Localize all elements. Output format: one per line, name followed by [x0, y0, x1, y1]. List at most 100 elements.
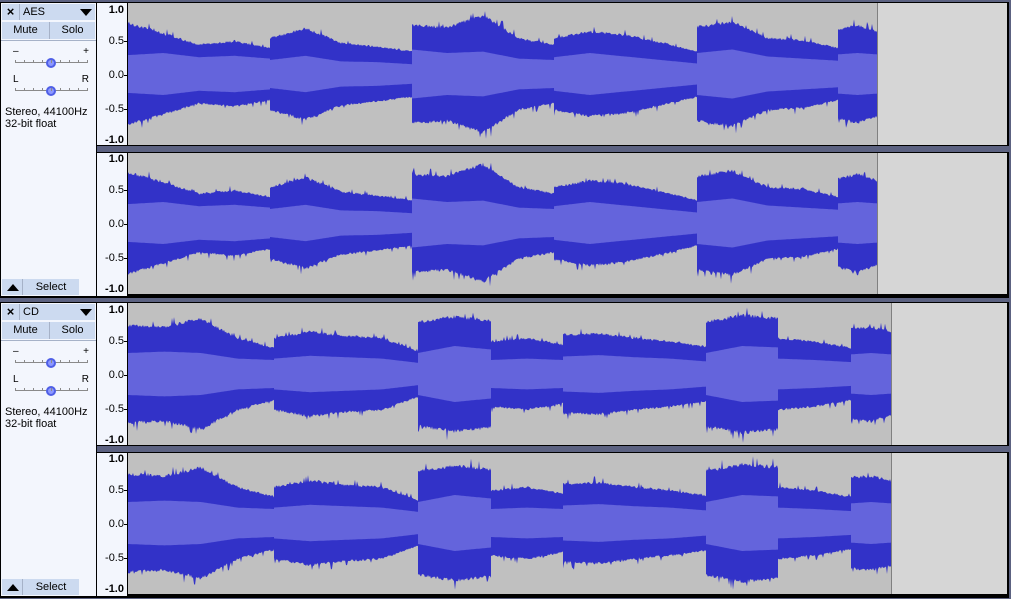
- slider-tick: [42, 60, 43, 63]
- slider-tick: [78, 388, 79, 391]
- waveform-rms-segment: [706, 495, 778, 551]
- slider-tick: [60, 360, 61, 363]
- waveform-rms-segment: [128, 202, 270, 244]
- mute-solo-row: Mute Solo: [1, 321, 96, 341]
- slider-tick: [78, 60, 79, 63]
- waveform-rms-segment: [274, 355, 418, 393]
- track-control-panel[interactable]: × AES Mute Solo – + L R Stereo, 44100Hz …: [1, 3, 96, 296]
- ruler-tick: [124, 190, 127, 191]
- mute-button[interactable]: Mute: [2, 322, 50, 339]
- channel-separator[interactable]: [97, 445, 1009, 453]
- clip-end-edge: [891, 303, 892, 445]
- ruler-tick: [124, 341, 127, 342]
- slider-tick: [78, 360, 79, 363]
- ruler-label: 1.0: [108, 304, 124, 316]
- slider-tick: [69, 388, 70, 391]
- vertical-ruler[interactable]: 1.0 0.5 0.0 -0.5 -1.0: [97, 303, 127, 447]
- vertical-ruler[interactable]: 1.0 0.5 0.0 -0.5 -1.0: [97, 452, 127, 596]
- ruler-tick: [124, 558, 127, 559]
- dropdown-arrow-icon: [80, 309, 92, 316]
- pan-right-label: R: [81, 74, 89, 85]
- collapse-track-button[interactable]: [2, 579, 23, 595]
- waveform-rms-segment: [706, 346, 778, 402]
- clip-end-edge: [877, 3, 878, 145]
- waveform-channel-left[interactable]: [128, 3, 1007, 145]
- vertical-ruler[interactable]: 1.0 0.5 0.0 -0.5 -1.0: [97, 152, 127, 296]
- ruler-label: 0.5: [108, 484, 124, 496]
- ruler-tick: [124, 75, 127, 76]
- ruler-label: -0.5: [105, 403, 124, 415]
- track-name-menu-button[interactable]: CD: [20, 304, 95, 320]
- pan-slider[interactable]: L R: [13, 74, 89, 96]
- vertical-ruler[interactable]: 1.0 0.5 0.0 -0.5 -1.0: [97, 3, 127, 147]
- waveform-rms-segment: [851, 353, 891, 395]
- clip-end-edge: [891, 452, 892, 594]
- select-track-button[interactable]: Select: [23, 579, 79, 595]
- audio-track: × CD Mute Solo – + L R Stereo, 44100Hz 3…: [0, 302, 1009, 598]
- track-info: Stereo, 44100Hz 32-bit float: [5, 406, 88, 430]
- slider-tick: [51, 360, 52, 363]
- gain-min-label: –: [13, 346, 19, 357]
- mute-solo-row: Mute Solo: [1, 21, 96, 41]
- collapse-up-icon: [7, 284, 19, 291]
- close-track-button[interactable]: ×: [2, 4, 20, 20]
- gain-max-label: +: [83, 346, 89, 357]
- waveform-rms-segment: [778, 507, 851, 539]
- collapse-up-icon: [7, 584, 19, 591]
- track-format-depth: 32-bit float: [5, 418, 57, 430]
- slider-tick: [60, 60, 61, 63]
- waveform-svg: [128, 3, 878, 145]
- select-track-button[interactable]: Select: [23, 279, 79, 295]
- close-track-button[interactable]: ×: [2, 304, 20, 320]
- waveform-rms-segment: [778, 358, 851, 390]
- mute-button[interactable]: Mute: [2, 22, 50, 39]
- gain-slider[interactable]: – +: [13, 346, 89, 368]
- channel-separator[interactable]: [97, 145, 1009, 153]
- waveform-svg: [128, 152, 878, 294]
- waveform-channel-right[interactable]: [128, 452, 1007, 594]
- slider-tick: [15, 88, 16, 91]
- waveform-rms-segment: [563, 504, 706, 542]
- track-info: Stereo, 44100Hz 32-bit float: [5, 106, 88, 130]
- ruler-label: 1.0: [108, 453, 124, 465]
- waveform-channel-left[interactable]: [128, 303, 1007, 445]
- slider-tick: [51, 388, 52, 391]
- ruler-label: 0.5: [108, 35, 124, 47]
- close-icon: ×: [6, 304, 15, 319]
- gain-max-label: +: [83, 46, 89, 57]
- track-bottom-row: Select: [1, 578, 96, 596]
- track-name: AES: [23, 6, 46, 18]
- ruler-tick: [124, 490, 127, 491]
- ruler-tick: [124, 224, 127, 225]
- slider-tick: [33, 388, 34, 391]
- slider-tick: [33, 88, 34, 91]
- solo-button[interactable]: Solo: [50, 322, 95, 339]
- collapse-track-button[interactable]: [2, 279, 23, 295]
- waveform-rms-segment: [563, 355, 706, 393]
- track-control-panel[interactable]: × CD Mute Solo – + L R Stereo, 44100Hz 3…: [1, 303, 96, 596]
- pan-right-label: R: [81, 374, 89, 385]
- pan-left-label: L: [13, 74, 19, 85]
- slider-tick: [42, 360, 43, 363]
- waveform-channel-right[interactable]: [128, 152, 1007, 294]
- slider-tick: [24, 88, 25, 91]
- pan-left-label: L: [13, 374, 19, 385]
- track-name-menu-button[interactable]: AES: [20, 4, 95, 20]
- waveform-rms-segment: [838, 53, 877, 95]
- pan-slider[interactable]: L R: [13, 374, 89, 396]
- slider-tick: [42, 388, 43, 391]
- track-name: CD: [23, 306, 39, 318]
- slider-tick: [51, 60, 52, 63]
- slider-tick: [69, 360, 70, 363]
- gain-slider[interactable]: – +: [13, 46, 89, 68]
- slider-tick: [33, 360, 34, 363]
- slider-tick: [69, 60, 70, 63]
- dropdown-arrow-icon: [80, 9, 92, 16]
- slider-tick: [87, 88, 88, 91]
- ruler-tick: [124, 375, 127, 376]
- solo-button[interactable]: Solo: [50, 22, 95, 39]
- waveform-rms-segment: [838, 202, 877, 244]
- gain-min-label: –: [13, 46, 19, 57]
- ruler-tick: [124, 41, 127, 42]
- track-header-row: × AES: [1, 3, 96, 21]
